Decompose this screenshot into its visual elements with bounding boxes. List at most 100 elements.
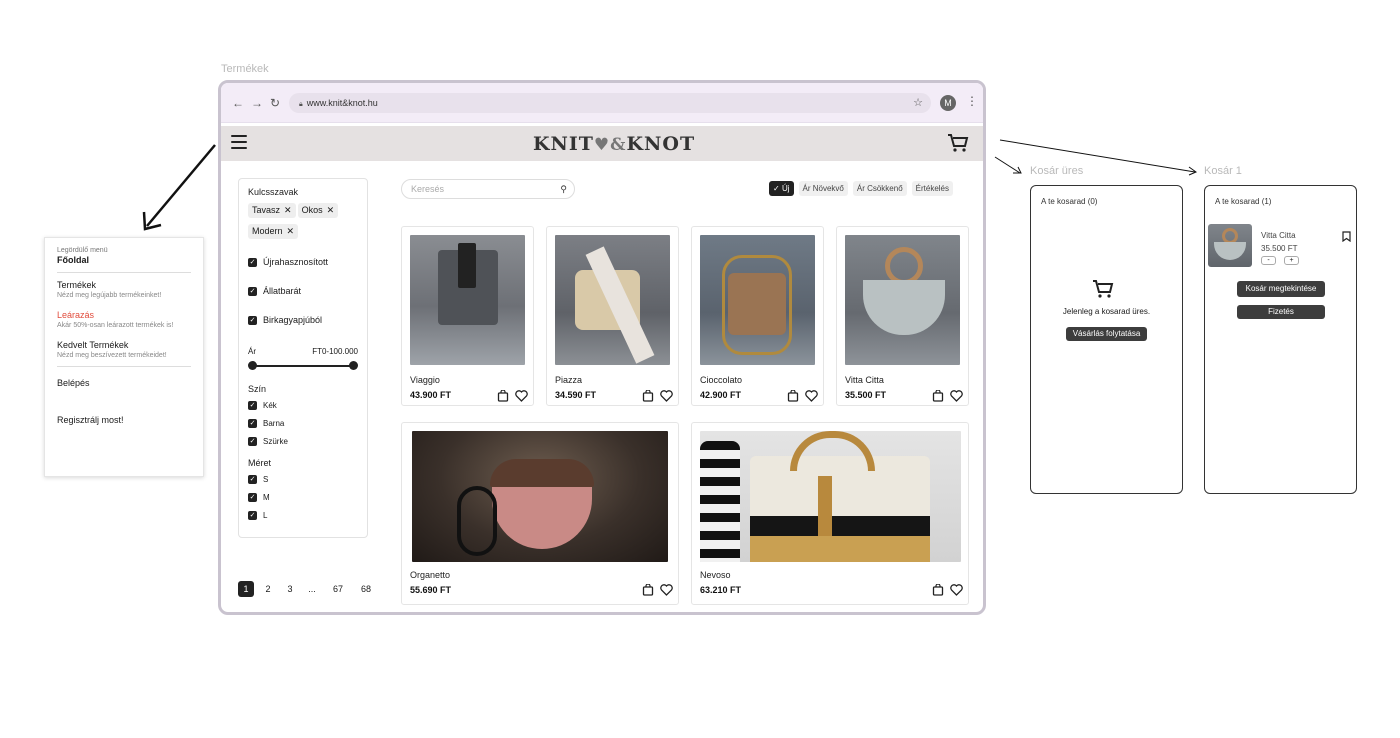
continue-shopping-button[interactable]: Vásárlás folytatása — [1066, 327, 1147, 341]
favorite-heart-icon[interactable] — [660, 584, 673, 596]
favorite-heart-icon[interactable] — [660, 390, 673, 402]
add-to-cart-icon[interactable] — [932, 390, 944, 402]
menu-item-products[interactable]: Termékek Nézd meg legújabb termékeinket! — [57, 280, 191, 299]
slider-max-handle[interactable] — [349, 361, 358, 370]
favorite-heart-icon[interactable] — [950, 584, 963, 596]
favorite-heart-icon[interactable] — [950, 390, 963, 402]
page-button[interactable]: 3 — [282, 581, 298, 597]
checkbox-checked-icon[interactable]: ✓ — [248, 511, 257, 520]
page-ellipsis: ... — [308, 584, 316, 594]
search-input[interactable]: Keresés ⚲ — [401, 179, 575, 199]
product-image[interactable] — [700, 431, 961, 562]
checkbox-checked-icon[interactable]: ✓ — [248, 401, 257, 410]
site-header: KNIT♥&KNOT — [221, 126, 983, 161]
menu-login-link[interactable]: Belépés — [57, 378, 191, 388]
remove-tag-icon[interactable]: ✕ — [287, 226, 295, 236]
cart-item-name: Vitta Citta — [1261, 231, 1296, 240]
sort-option-price-desc[interactable]: Ár Csökkenő — [852, 181, 907, 196]
search-placeholder: Keresés — [411, 184, 445, 194]
size-option[interactable]: ✓ M — [248, 493, 358, 502]
checkbox-checked-icon[interactable]: ✓ — [248, 286, 257, 296]
hamburger-menu-icon[interactable] — [231, 135, 247, 149]
sort-option-new[interactable]: ✓ Új — [769, 181, 794, 196]
quantity-plus-button[interactable]: + — [1284, 256, 1299, 265]
cart-item-price: 35.500 FT — [1261, 244, 1298, 253]
add-to-cart-icon[interactable] — [932, 584, 944, 596]
checkbox-checked-icon[interactable]: ✓ — [248, 475, 257, 484]
cart-icon[interactable] — [947, 133, 969, 158]
favorite-heart-icon[interactable] — [805, 390, 818, 402]
filter-check-row[interactable]: ✓ Állatbarát — [248, 286, 358, 296]
checkout-button[interactable]: Fizetés — [1237, 305, 1325, 319]
checkbox-checked-icon[interactable]: ✓ — [248, 419, 257, 428]
sort-option-rating[interactable]: Értékelés — [911, 181, 954, 196]
menu-item-sale[interactable]: Leárazás Akár 50%-osan leárazott terméke… — [57, 310, 191, 329]
size-option[interactable]: ✓ L — [248, 511, 358, 520]
slider-min-handle[interactable] — [248, 361, 257, 370]
checkbox-checked-icon[interactable]: ✓ — [248, 315, 257, 325]
quantity-minus-button[interactable]: - — [1261, 256, 1276, 265]
logo-left-text: KNIT — [533, 133, 594, 155]
product-card[interactable]: Nevoso 63.210 FT — [691, 422, 969, 605]
checkbox-checked-icon[interactable]: ✓ — [248, 493, 257, 502]
product-image[interactable] — [410, 235, 525, 365]
forward-icon[interactable]: → — [251, 96, 263, 110]
remove-tag-icon[interactable]: ✕ — [284, 205, 292, 215]
remove-tag-icon[interactable]: ✕ — [327, 205, 335, 215]
add-to-cart-icon[interactable] — [787, 390, 799, 402]
checkbox-checked-icon[interactable]: ✓ — [248, 257, 257, 267]
menu-item-title: Termékek — [57, 280, 97, 290]
color-option[interactable]: ✓ Barna — [248, 419, 358, 428]
dropdown-menu: Legördülő menü Főoldal Termékek Nézd meg… — [44, 237, 204, 477]
checkbox-checked-icon[interactable]: ✓ — [248, 437, 257, 446]
page-button[interactable]: 67 — [330, 581, 346, 597]
product-card[interactable]: Piazza 34.590 FT — [546, 226, 679, 406]
browser-menu-icon[interactable]: ⋮ — [966, 94, 978, 108]
page-button[interactable]: 1 — [238, 581, 254, 597]
menu-login-label: Belépés — [57, 378, 90, 388]
reload-icon[interactable]: ↻ — [270, 96, 280, 110]
product-image[interactable] — [412, 431, 668, 562]
filter-check-row[interactable]: ✓ Újrahasznosított — [248, 257, 358, 267]
cart-title: A te kosarad (0) — [1041, 197, 1098, 206]
price-slider[interactable] — [248, 360, 358, 372]
tag-chip[interactable]: Modern ✕ — [248, 224, 299, 239]
product-card[interactable]: Organetto 55.690 FT — [401, 422, 679, 605]
color-option[interactable]: ✓ Kék — [248, 401, 358, 410]
tag-chip[interactable]: Okos ✕ — [297, 203, 339, 218]
page-button[interactable]: 2 — [260, 581, 276, 597]
product-image[interactable] — [845, 235, 960, 365]
product-card[interactable]: Vitta Citta 35.500 FT — [836, 226, 969, 406]
filter-check-row[interactable]: ✓ Birkagyapjúból — [248, 315, 358, 325]
bookmark-star-icon[interactable]: ☆ — [913, 93, 923, 113]
menu-register-link[interactable]: Regisztrálj most! — [57, 415, 191, 425]
menu-divider — [57, 272, 191, 273]
color-option[interactable]: ✓ Szürke — [248, 437, 358, 446]
check-label: Újrahasznosított — [263, 257, 329, 267]
product-image[interactable] — [555, 235, 670, 365]
size-option[interactable]: ✓ S — [248, 475, 358, 484]
view-cart-button[interactable]: Kosár megtekintése — [1237, 281, 1325, 297]
add-to-cart-icon[interactable] — [497, 390, 509, 402]
product-image[interactable] — [700, 235, 815, 365]
product-card[interactable]: Viaggio 43.900 FT — [401, 226, 534, 406]
bookmark-icon[interactable] — [1342, 229, 1351, 247]
arrow-to-cart-one — [999, 139, 1196, 173]
avatar[interactable]: M — [940, 95, 956, 111]
favorite-heart-icon[interactable] — [515, 390, 528, 402]
search-icon[interactable]: ⚲ — [560, 180, 567, 198]
size-label: S — [263, 475, 269, 484]
page-button[interactable]: 68 — [358, 581, 374, 597]
logo[interactable]: KNIT♥&KNOT — [533, 133, 695, 155]
tag-chip[interactable]: Tavasz ✕ — [248, 203, 296, 218]
menu-home-link[interactable]: Főoldal — [57, 255, 191, 265]
sort-option-price-asc[interactable]: Ár Növekvő — [798, 181, 848, 196]
menu-item-favorites[interactable]: Kedvelt Termékek Nézd meg beszívezett te… — [57, 340, 191, 359]
arrow-to-cart-empty — [994, 156, 1021, 174]
add-to-cart-icon[interactable] — [642, 584, 654, 596]
back-icon[interactable]: ← — [232, 96, 244, 110]
sort-bar: ✓ Új Ár Növekvő Ár Csökkenő Értékelés — [764, 181, 954, 196]
url-bar[interactable]: 🔒︎ www.knit&knot.hu ☆ — [289, 93, 931, 113]
product-card[interactable]: Cioccolato 42.900 FT — [691, 226, 824, 406]
add-to-cart-icon[interactable] — [642, 390, 654, 402]
